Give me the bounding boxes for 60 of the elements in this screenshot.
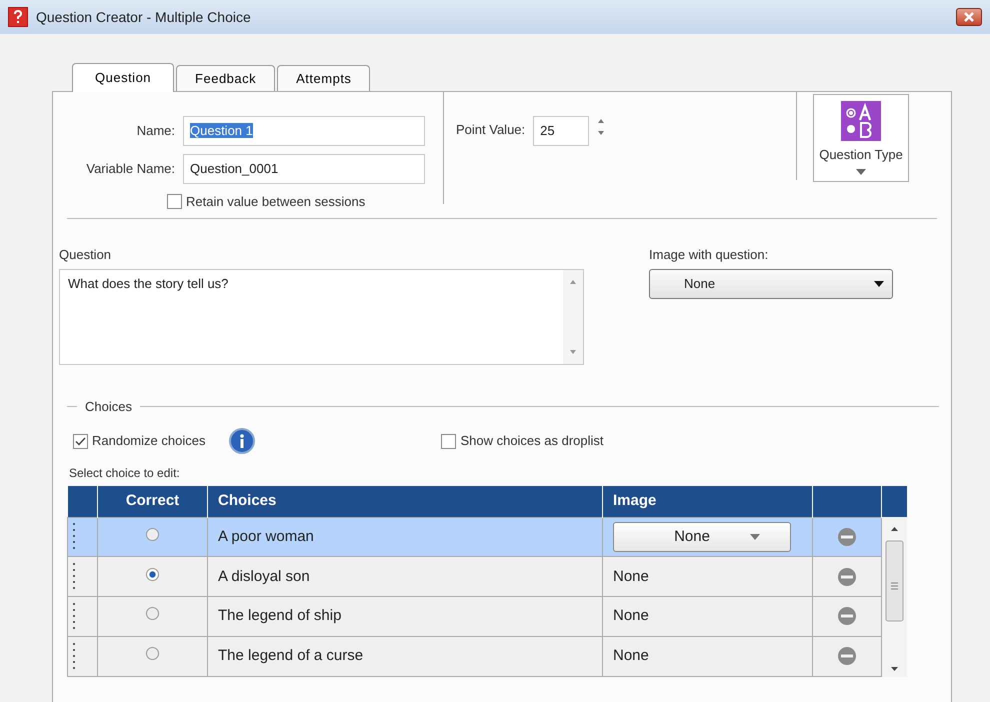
caret-icon xyxy=(856,168,866,174)
select-choice-hint: Select choice to edit: xyxy=(69,465,181,482)
choice-row[interactable]: The legend of ship None xyxy=(68,596,882,637)
droplist-label: Show choices as droplist xyxy=(460,432,604,450)
remove-icon[interactable] xyxy=(837,606,857,626)
point-value-label: Point Value: xyxy=(456,121,526,139)
correct-radio[interactable] xyxy=(146,607,159,620)
variable-name-field[interactable]: Question_0001 xyxy=(183,154,425,184)
tab[interactable]: Attempts xyxy=(277,64,370,91)
retain-label: Retain value between sessions xyxy=(186,193,366,211)
choice-text: The legend of a curse xyxy=(218,647,364,664)
scrollbar[interactable] xyxy=(882,517,907,677)
column-header: Correct xyxy=(98,486,208,517)
point-value-field[interactable]: 25 xyxy=(533,116,590,146)
droplist-checkbox[interactable] xyxy=(441,434,456,448)
close-icon xyxy=(964,12,974,22)
app-icon xyxy=(8,7,28,27)
multiple-choice-icon xyxy=(841,101,881,141)
image-dropdown[interactable]: None xyxy=(613,522,791,552)
scrollbar-icon[interactable] xyxy=(563,270,583,364)
image-text: None xyxy=(613,568,649,585)
choice-row[interactable]: The legend of a curse None xyxy=(68,636,882,676)
drag-handle-icon[interactable] xyxy=(72,522,76,552)
choice-text: A disloyal son xyxy=(218,568,310,585)
drag-handle-icon[interactable] xyxy=(72,642,76,672)
randomize-label: Randomize choices xyxy=(92,432,206,450)
name-field[interactable]: Question 1 xyxy=(183,116,425,146)
image-text: None xyxy=(613,647,649,664)
choice-row[interactable]: A disloyal son None xyxy=(68,556,882,597)
correct-radio[interactable] xyxy=(146,528,159,541)
remove-icon[interactable] xyxy=(837,526,857,547)
question-text-area[interactable]: What does the story tell us? xyxy=(59,268,584,364)
name-label: Name: xyxy=(136,122,175,140)
correct-radio[interactable] xyxy=(146,568,159,581)
column-header: Image xyxy=(602,486,812,517)
choice-text: A poor woman xyxy=(218,528,314,545)
caret-icon xyxy=(750,534,760,540)
info-icon[interactable] xyxy=(229,428,256,454)
choice-text: The legend of ship xyxy=(218,607,342,624)
remove-icon[interactable] xyxy=(837,646,857,666)
image-with-question-label: Image with question: xyxy=(649,246,770,264)
tab[interactable]: Feedback xyxy=(176,64,276,91)
close-button[interactable] xyxy=(956,8,982,26)
question-type-button[interactable]: Question Type xyxy=(813,94,909,182)
caret-icon xyxy=(874,280,884,286)
randomize-checkbox[interactable] xyxy=(73,434,88,448)
retain-checkbox[interactable] xyxy=(167,194,182,210)
window-title: Question Creator - Multiple Choice xyxy=(36,8,251,27)
correct-radio[interactable] xyxy=(146,647,159,660)
variable-name-label: Variable Name: xyxy=(86,160,175,178)
drag-handle-icon[interactable] xyxy=(72,602,76,632)
drag-handle-icon[interactable] xyxy=(72,562,76,592)
image-text: None xyxy=(613,607,649,624)
tab[interactable]: Question xyxy=(72,62,174,92)
column-header: Choices xyxy=(208,486,602,517)
choices-section-label: Choices xyxy=(85,398,132,416)
choice-row[interactable]: A poor woman None xyxy=(68,517,882,557)
image-dropdown[interactable]: None xyxy=(649,268,893,298)
question-label: Question xyxy=(59,246,112,264)
remove-icon[interactable] xyxy=(837,566,857,587)
